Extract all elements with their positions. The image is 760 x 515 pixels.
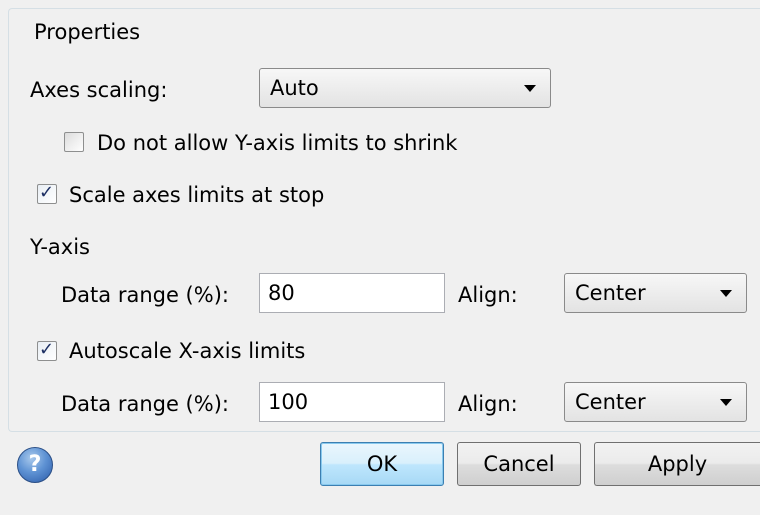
scale-at-stop-checkbox[interactable]: ✓: [37, 182, 57, 204]
checkmark-icon: ✓: [39, 339, 55, 360]
x-align-dropdown[interactable]: Center: [564, 382, 747, 422]
no-shrink-checkbox[interactable]: [64, 132, 84, 152]
x-data-range-input[interactable]: [260, 383, 444, 421]
cancel-button[interactable]: Cancel: [457, 442, 581, 486]
ok-button[interactable]: OK: [320, 442, 444, 486]
y-data-range-input[interactable]: [260, 274, 444, 312]
x-data-range-label: Data range (%):: [61, 392, 229, 416]
y-align-value: Center: [575, 281, 646, 305]
axes-scaling-label: Axes scaling:: [30, 78, 168, 102]
no-shrink-label[interactable]: Do not allow Y-axis limits to shrink: [97, 129, 457, 157]
x-data-range-field[interactable]: [259, 382, 445, 422]
scale-at-stop-label[interactable]: Scale axes limits at stop: [69, 181, 324, 209]
y-data-range-label: Data range (%):: [61, 283, 229, 307]
axes-scaling-dropdown[interactable]: Auto: [259, 68, 551, 108]
autoscale-x-checkbox[interactable]: ✓: [37, 339, 57, 361]
y-axis-heading: Y-axis: [30, 235, 90, 259]
x-align-label: Align:: [458, 392, 518, 416]
properties-group-title: Properties: [28, 18, 147, 46]
help-icon[interactable]: ?: [17, 447, 53, 483]
y-align-dropdown[interactable]: Center: [564, 273, 747, 313]
x-align-value: Center: [575, 390, 646, 414]
y-data-range-field[interactable]: [259, 273, 445, 313]
checkmark-icon: ✓: [39, 182, 55, 203]
apply-button[interactable]: Apply: [594, 442, 760, 486]
chevron-down-icon: [720, 290, 732, 297]
axes-scaling-value: Auto: [270, 76, 319, 100]
y-align-label: Align:: [458, 283, 518, 307]
chevron-down-icon: [720, 399, 732, 406]
autoscale-x-label[interactable]: Autoscale X-axis limits: [69, 337, 305, 365]
chevron-down-icon: [524, 85, 536, 92]
